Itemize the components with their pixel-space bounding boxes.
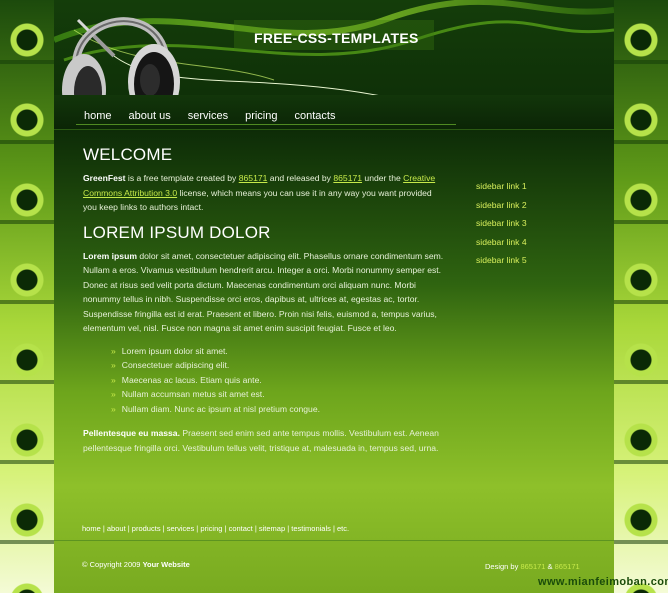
lorem-text-1: dolor sit amet, consectetuer adipiscing … bbox=[83, 250, 444, 334]
nav-pricing[interactable]: pricing bbox=[245, 110, 277, 122]
list-item-text: Nullam accumsan metus sit amet est. bbox=[121, 389, 265, 399]
welcome-paragraph: GreenFest is a free template created by … bbox=[83, 171, 445, 215]
list-item: » Lorem ipsum dolor sit amet. bbox=[111, 344, 445, 359]
main-content: WELCOME GreenFest is a free template cre… bbox=[83, 145, 445, 463]
design-link-1[interactable]: 865171 bbox=[520, 562, 545, 571]
side-ornament-right bbox=[614, 0, 668, 593]
list-item: » Consectetuer adipiscing elit. bbox=[111, 358, 445, 373]
lorem-strong-2: Pellentesque eu massa. bbox=[83, 428, 180, 438]
footer-link-home[interactable]: home bbox=[82, 524, 101, 533]
footer-link-etc[interactable]: etc. bbox=[337, 524, 349, 533]
sidebar: sidebar link 1 sidebar link 2 sidebar li… bbox=[476, 181, 527, 274]
brand-name: GreenFest bbox=[83, 173, 126, 183]
lorem-paragraph-1: Lorem ipsum dolor sit amet, consectetuer… bbox=[83, 249, 445, 336]
list-item: » Nullam diam. Nunc ac ipsum at nisl pret… bbox=[111, 402, 445, 417]
lorem-list: » Lorem ipsum dolor sit amet. » Consectetu… bbox=[83, 344, 445, 417]
design-credit: Design by 865171 & 865171 bbox=[485, 562, 580, 571]
nav-divider bbox=[76, 124, 456, 125]
side-ornament-left bbox=[0, 0, 54, 593]
watermark: www.mianfeimoban.com bbox=[538, 576, 668, 588]
footer-link-products[interactable]: products bbox=[132, 524, 161, 533]
bullet-icon: » bbox=[111, 374, 116, 385]
sidebar-link-2[interactable]: sidebar link 2 bbox=[476, 200, 527, 219]
footer-link-testimonials[interactable]: testimonials bbox=[291, 524, 331, 533]
author-link-2[interactable]: 865171 bbox=[333, 173, 362, 183]
lorem-title: LOREM IPSUM DOLOR bbox=[83, 222, 271, 242]
headphones-icon bbox=[62, 17, 180, 95]
nav-contacts[interactable]: contacts bbox=[294, 110, 335, 122]
footer-link-about[interactable]: about bbox=[107, 524, 126, 533]
welcome-text-3: under the bbox=[362, 173, 404, 183]
sidebar-link-4[interactable]: sidebar link 4 bbox=[476, 237, 527, 256]
footer-nav: home | about | products | services | pri… bbox=[82, 524, 349, 533]
lorem-paragraph-2: Pellentesque eu massa. Praesent sed enim… bbox=[83, 426, 445, 455]
copyright: © Copyright 2009 Your Website bbox=[82, 560, 190, 569]
footer-link-sitemap[interactable]: sitemap bbox=[259, 524, 285, 533]
bullet-icon: » bbox=[111, 360, 116, 370]
design-amp: & bbox=[545, 562, 555, 571]
sidebar-link-3[interactable]: sidebar link 3 bbox=[476, 218, 527, 237]
design-prefix: Design by bbox=[485, 562, 521, 571]
sidebar-link-5[interactable]: sidebar link 5 bbox=[476, 255, 527, 274]
list-item: » Nullam accumsan metus sit amet est. bbox=[111, 387, 445, 402]
footer-divider bbox=[54, 540, 614, 541]
welcome-text-2: and released by bbox=[267, 173, 334, 183]
footer-link-pricing[interactable]: pricing bbox=[200, 524, 222, 533]
nav-home[interactable]: home bbox=[84, 110, 112, 122]
list-item-text: Consectetuer adipiscing elit. bbox=[121, 360, 230, 370]
sidebar-link-1[interactable]: sidebar link 1 bbox=[476, 181, 527, 200]
bullet-icon: » bbox=[111, 389, 116, 399]
list-item-text: Nullam diam. Nunc ac ipsum at nisl preti… bbox=[121, 403, 320, 414]
lorem-strong-1: Lorem ipsum bbox=[83, 250, 137, 261]
page-container: FREE-CSS-TEMPLATES home about us service… bbox=[54, 0, 668, 593]
nav-services[interactable]: services bbox=[188, 110, 228, 122]
footer-link-contact[interactable]: contact bbox=[229, 524, 253, 533]
welcome-text-1: is a free template created by bbox=[125, 173, 239, 183]
bullet-icon: » bbox=[111, 403, 116, 414]
design-link-2[interactable]: 865171 bbox=[555, 562, 580, 571]
nav-about-us[interactable]: about us bbox=[129, 110, 171, 122]
list-item-text: Lorem ipsum dolor sit amet. bbox=[121, 345, 228, 356]
bullet-icon: » bbox=[111, 345, 116, 356]
copyright-site: Your Website bbox=[142, 560, 190, 569]
site-logo[interactable]: FREE-CSS-TEMPLATES bbox=[254, 30, 419, 46]
header: FREE-CSS-TEMPLATES bbox=[54, 0, 614, 95]
copyright-prefix: © Copyright 2009 bbox=[82, 560, 143, 569]
welcome-title: WELCOME bbox=[83, 145, 173, 164]
author-link-1[interactable]: 865171 bbox=[239, 173, 268, 183]
list-item: » Maecenas ac lacus. Etiam quis ante. bbox=[111, 373, 445, 388]
footer-link-services[interactable]: services bbox=[167, 524, 195, 533]
list-item-text: Maecenas ac lacus. Etiam quis ante. bbox=[121, 374, 262, 385]
